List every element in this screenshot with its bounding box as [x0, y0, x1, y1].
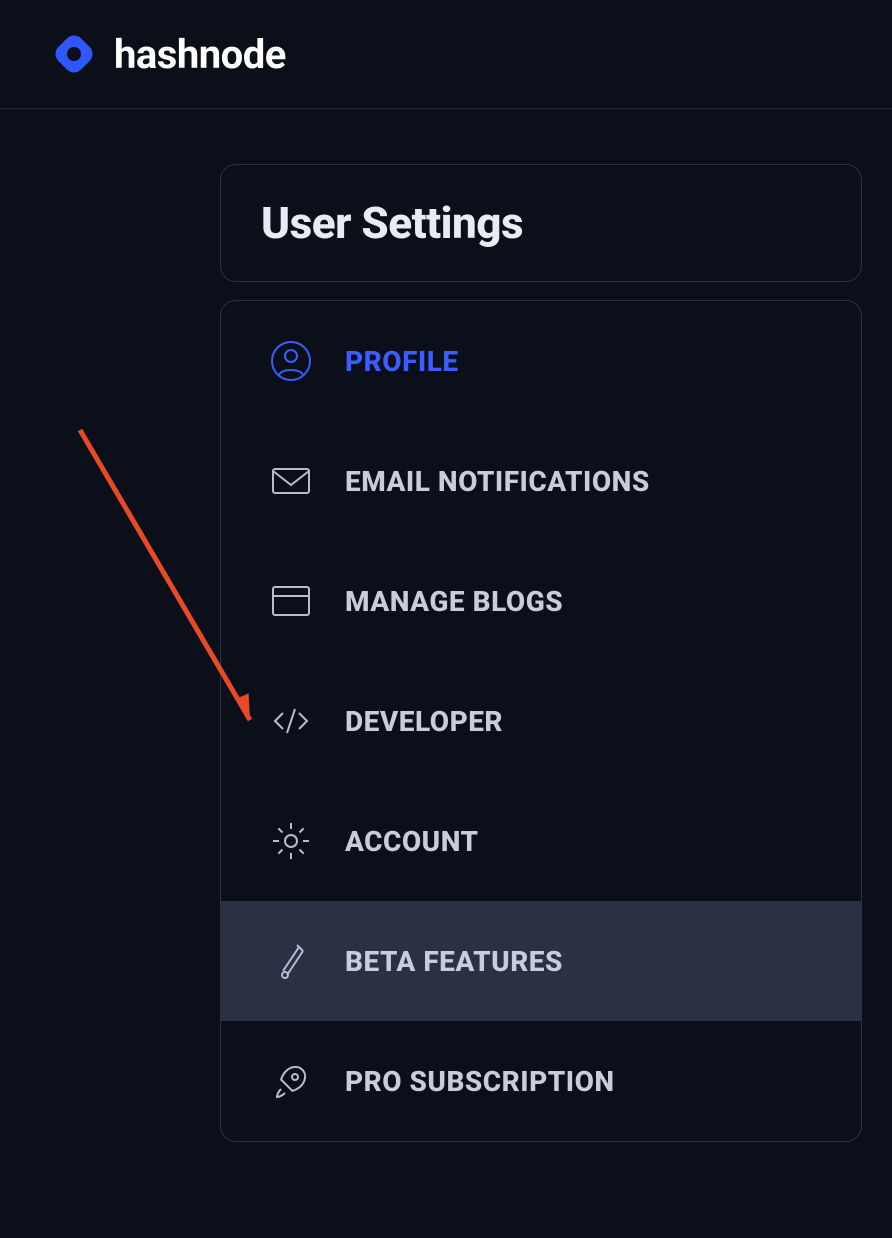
- app-header: hashnode: [0, 0, 892, 109]
- menu-item-label: DEVELOPER: [345, 705, 503, 738]
- settings-menu: PROFILE EMAIL NOTIFICATIONS MANAGE BLOGS: [220, 300, 862, 1142]
- code-icon: [269, 699, 313, 743]
- menu-item-profile[interactable]: PROFILE: [221, 301, 861, 421]
- lab-icon: [269, 939, 313, 983]
- page-title: User Settings: [261, 197, 821, 249]
- menu-item-email-notifications[interactable]: EMAIL NOTIFICATIONS: [221, 421, 861, 541]
- menu-item-label: EMAIL NOTIFICATIONS: [345, 465, 650, 498]
- envelope-icon: [269, 459, 313, 503]
- menu-item-account[interactable]: ACCOUNT: [221, 781, 861, 901]
- menu-item-developer[interactable]: DEVELOPER: [221, 661, 861, 781]
- menu-item-beta-features[interactable]: BETA FEATURES: [221, 901, 861, 1021]
- content-area: User Settings PROFILE EMAIL NOTIFICATION…: [0, 109, 892, 1172]
- user-icon: [269, 339, 313, 383]
- window-icon: [269, 579, 313, 623]
- menu-item-label: PROFILE: [345, 345, 459, 378]
- brand-name: hashnode: [114, 31, 286, 78]
- rocket-icon: [269, 1059, 313, 1103]
- gear-icon: [269, 819, 313, 863]
- menu-item-label: PRO SUBSCRIPTION: [345, 1065, 615, 1098]
- menu-item-label: BETA FEATURES: [345, 945, 563, 978]
- menu-item-pro-subscription[interactable]: PRO SUBSCRIPTION: [221, 1021, 861, 1141]
- menu-item-manage-blogs[interactable]: MANAGE BLOGS: [221, 541, 861, 661]
- page-title-card: User Settings: [220, 164, 862, 282]
- menu-item-label: ACCOUNT: [345, 825, 479, 858]
- hashnode-logo-icon: [50, 30, 98, 78]
- menu-item-label: MANAGE BLOGS: [345, 585, 563, 618]
